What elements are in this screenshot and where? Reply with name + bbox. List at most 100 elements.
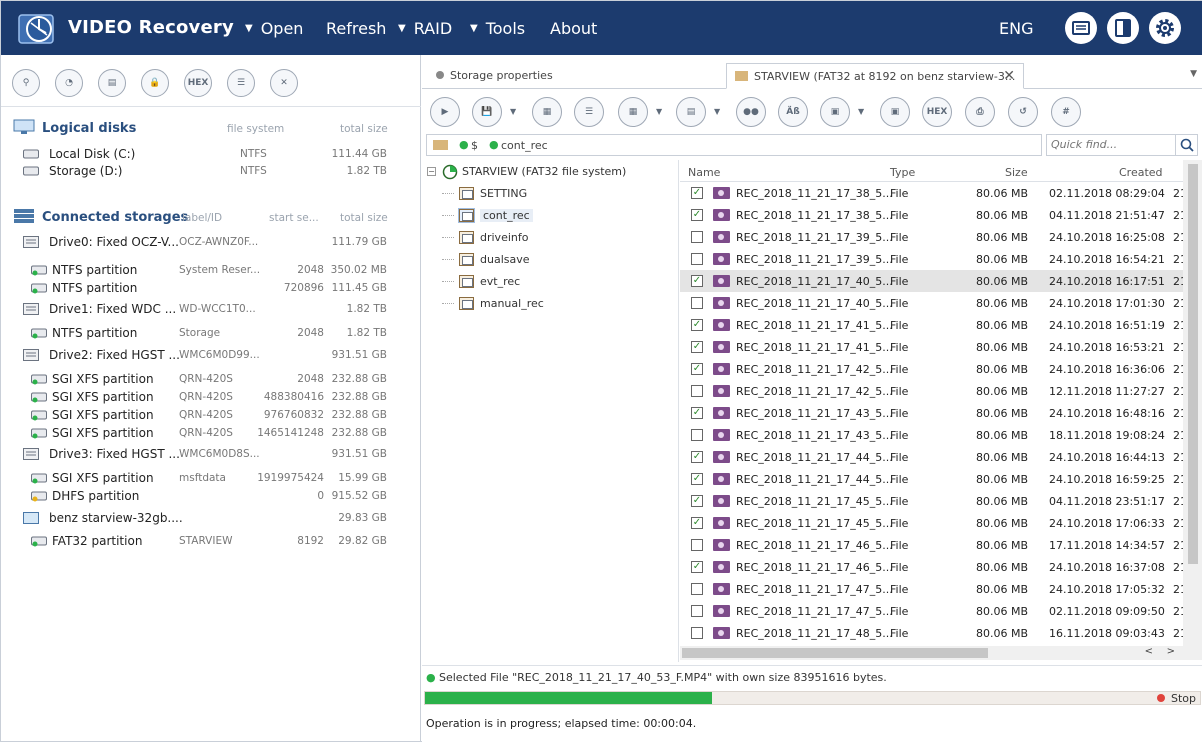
file-checkbox[interactable]: ✓	[691, 517, 703, 529]
col-type[interactable]: Type	[890, 166, 915, 179]
storage-partition-row[interactable]: NTFS partition 720896 111.45 GB	[1, 280, 421, 298]
scroll-right-icon[interactable]: >	[1167, 646, 1175, 657]
save-all-button[interactable]: ▦	[532, 97, 562, 127]
file-checkbox[interactable]	[691, 583, 703, 595]
storage-partition-row[interactable]: SGI XFS partition QRN-420S 976760832 232.88…	[1, 407, 421, 425]
file-row[interactable]: REC_2018_11_21_17_47_5... File 80.06 MB 24.…	[680, 578, 1183, 600]
file-row[interactable]: ✓ REC_2018_11_21_17_38_5... File 80.06 MB 04…	[680, 204, 1183, 226]
file-checkbox[interactable]	[691, 253, 703, 265]
file-checkbox[interactable]: ✓	[691, 363, 703, 375]
file-row[interactable]: ✓ REC_2018_11_21_17_43_5... File 80.06 MB 24…	[680, 402, 1183, 424]
horizontal-scroll-thumb[interactable]	[682, 648, 988, 658]
file-button[interactable]: ▣	[880, 97, 910, 127]
file-checkbox[interactable]	[691, 627, 703, 639]
find-button[interactable]: ●●	[736, 97, 766, 127]
storage-drive-row[interactable]: benz starview-32gb.... 29.83 GB	[1, 510, 421, 528]
file-checkbox[interactable]	[691, 429, 703, 441]
storage-drive-row[interactable]: Drive3: Fixed HGST ... WMC6M0D8S... 931.51…	[1, 446, 421, 464]
path-root[interactable]: $	[471, 139, 478, 152]
storage-drive-row[interactable]: Drive0: Fixed OCZ-V... OCZ-AWNZ0F... 111.7…	[1, 234, 421, 252]
logical-disk-row[interactable]: Local Disk (C:) NTFS 111.44 GB	[1, 146, 421, 164]
save-dropdown-icon[interactable]: ▼	[510, 107, 516, 116]
tab-menu-icon[interactable]: ▼	[1190, 69, 1197, 79]
log-button[interactable]	[1065, 12, 1097, 44]
language-selector[interactable]: ENG	[999, 19, 1033, 38]
file-checkbox[interactable]: ✓	[691, 407, 703, 419]
file-row[interactable]: REC_2018_11_21_17_42_5... File 80.06 MB 12.…	[680, 380, 1183, 402]
file-row[interactable]: REC_2018_11_21_17_43_5... File 80.06 MB 18.…	[680, 424, 1183, 446]
col-name[interactable]: Name	[688, 166, 720, 179]
export-button[interactable]: ↺	[1008, 97, 1038, 127]
file-row[interactable]: ✓ REC_2018_11_21_17_41_5... File 80.06 MB 24…	[680, 336, 1183, 358]
path-folder[interactable]: cont_rec	[501, 139, 548, 152]
settings-button[interactable]	[1149, 12, 1181, 44]
file-checkbox[interactable]: ✓	[691, 187, 703, 199]
image-button[interactable]: ▤	[98, 69, 126, 97]
file-checkbox[interactable]: ✓	[691, 209, 703, 221]
vertical-scroll-thumb[interactable]	[1188, 164, 1198, 564]
storage-partition-row[interactable]: FAT32 partition STARVIEW 8192 29.82 GB	[1, 533, 421, 551]
file-row[interactable]: REC_2018_11_21_17_48_5... File 80.06 MB 16.…	[680, 622, 1183, 644]
close-storage-button[interactable]: ✕	[270, 69, 298, 97]
file-checkbox[interactable]: ✓	[691, 473, 703, 485]
scan-button[interactable]: ◔	[55, 69, 83, 97]
file-checkbox[interactable]	[691, 231, 703, 243]
preview-button[interactable]: ▶	[430, 97, 460, 127]
file-row[interactable]: REC_2018_11_21_17_39_5... File 80.06 MB 24.…	[680, 248, 1183, 270]
save-button[interactable]: 💾	[472, 97, 502, 127]
file-row[interactable]: ✓ REC_2018_11_21_17_41_5... File 80.06 MB 24…	[680, 314, 1183, 336]
storage-partition-row[interactable]: NTFS partition Storage 2048 1.82 TB	[1, 325, 421, 343]
file-checkbox[interactable]	[691, 605, 703, 617]
file-row[interactable]: ✓ REC_2018_11_21_17_46_5... File 80.06 MB 24…	[680, 556, 1183, 578]
menu-tools[interactable]: ▼ Tools	[470, 19, 525, 38]
storage-drive-row[interactable]: Drive2: Fixed HGST ... WMC6M0D99... 931.51…	[1, 347, 421, 365]
file-checkbox[interactable]	[691, 385, 703, 397]
image-view-button[interactable]: ▣	[820, 97, 850, 127]
view-mode-button[interactable]: ▦	[618, 97, 648, 127]
file-row[interactable]: ✓ REC_2018_11_21_17_42_5... File 80.06 MB 24…	[680, 358, 1183, 380]
stop-button[interactable]: Stop	[1156, 692, 1196, 705]
storage-partition-row[interactable]: SGI XFS partition QRN-420S 2048 232.88 GB	[1, 371, 421, 389]
find-search-button[interactable]	[1175, 135, 1197, 155]
tab-storage-properties[interactable]: Storage properties	[426, 63, 726, 89]
file-row[interactable]: ✓ REC_2018_11_21_17_44_5... File 80.06 MB 24…	[680, 468, 1183, 490]
hex-button[interactable]: HEX	[184, 69, 212, 97]
quick-find-input[interactable]	[1051, 138, 1171, 151]
file-row[interactable]: ✓ REC_2018_11_21_17_40_5... File 80.06 MB 24…	[680, 270, 1183, 292]
col-created[interactable]: Created	[1119, 166, 1163, 179]
file-checkbox[interactable]: ✓	[691, 341, 703, 353]
storage-drive-row[interactable]: Drive1: Fixed WDC ... WD-WCC1T0... 1.82 TB	[1, 301, 421, 319]
horizontal-scrollbar[interactable]: < >	[680, 646, 1183, 660]
menu-open[interactable]: ▼ Open	[245, 19, 303, 38]
scroll-left-icon[interactable]: <	[1145, 646, 1153, 657]
checklist-button[interactable]: ☰	[574, 97, 604, 127]
vertical-scrollbar[interactable]	[1183, 160, 1202, 660]
menu-refresh[interactable]: Refresh	[326, 19, 386, 38]
print-button[interactable]: ⎙	[965, 97, 995, 127]
storage-partition-row[interactable]: SGI XFS partition QRN-420S 1465141248 232.8…	[1, 425, 421, 443]
col-size[interactable]: Size	[1005, 166, 1028, 179]
file-row[interactable]: REC_2018_11_21_17_39_5... File 80.06 MB 24.…	[680, 226, 1183, 248]
storage-partition-row[interactable]: SGI XFS partition QRN-420S 488380416 232.88…	[1, 389, 421, 407]
tab-starview[interactable]: STARVIEW (FAT32 at 8192 on benz starview…	[726, 63, 1024, 89]
storage-partition-row[interactable]: NTFS partition System Reser... 2048 350.02 …	[1, 262, 421, 280]
file-row[interactable]: REC_2018_11_21_17_46_5... File 80.06 MB 17.…	[680, 534, 1183, 556]
hex-view-button[interactable]: HEX	[922, 97, 952, 127]
panels-button[interactable]	[1107, 12, 1139, 44]
search-button[interactable]: ⚲	[12, 69, 40, 97]
menu-raid[interactable]: ▼ RAID	[398, 19, 452, 38]
file-row[interactable]: REC_2018_11_21_17_40_5... File 80.06 MB 24.…	[680, 292, 1183, 314]
list-button[interactable]: ☰	[227, 69, 255, 97]
collapse-icon[interactable]: −	[427, 167, 436, 176]
logical-disk-row[interactable]: Storage (D:) NTFS 1.82 TB	[1, 163, 421, 181]
file-row[interactable]: ✓ REC_2018_11_21_17_45_5... File 80.06 MB 24…	[680, 512, 1183, 534]
storage-partition-row[interactable]: DHFS partition 0 915.52 GB	[1, 488, 421, 506]
file-checkbox[interactable]: ✓	[691, 495, 703, 507]
font-button[interactable]: Äß	[778, 97, 808, 127]
file-checkbox[interactable]	[691, 539, 703, 551]
close-tab-icon[interactable]: ✕	[1003, 68, 1015, 84]
lock-button[interactable]: 🔒	[141, 69, 169, 97]
path-bar[interactable]: ● $ ● cont_rec	[426, 134, 1042, 156]
hash-button[interactable]: #	[1051, 97, 1081, 127]
file-row[interactable]: ✓ REC_2018_11_21_17_44_5... File 80.06 MB 24…	[680, 446, 1183, 468]
